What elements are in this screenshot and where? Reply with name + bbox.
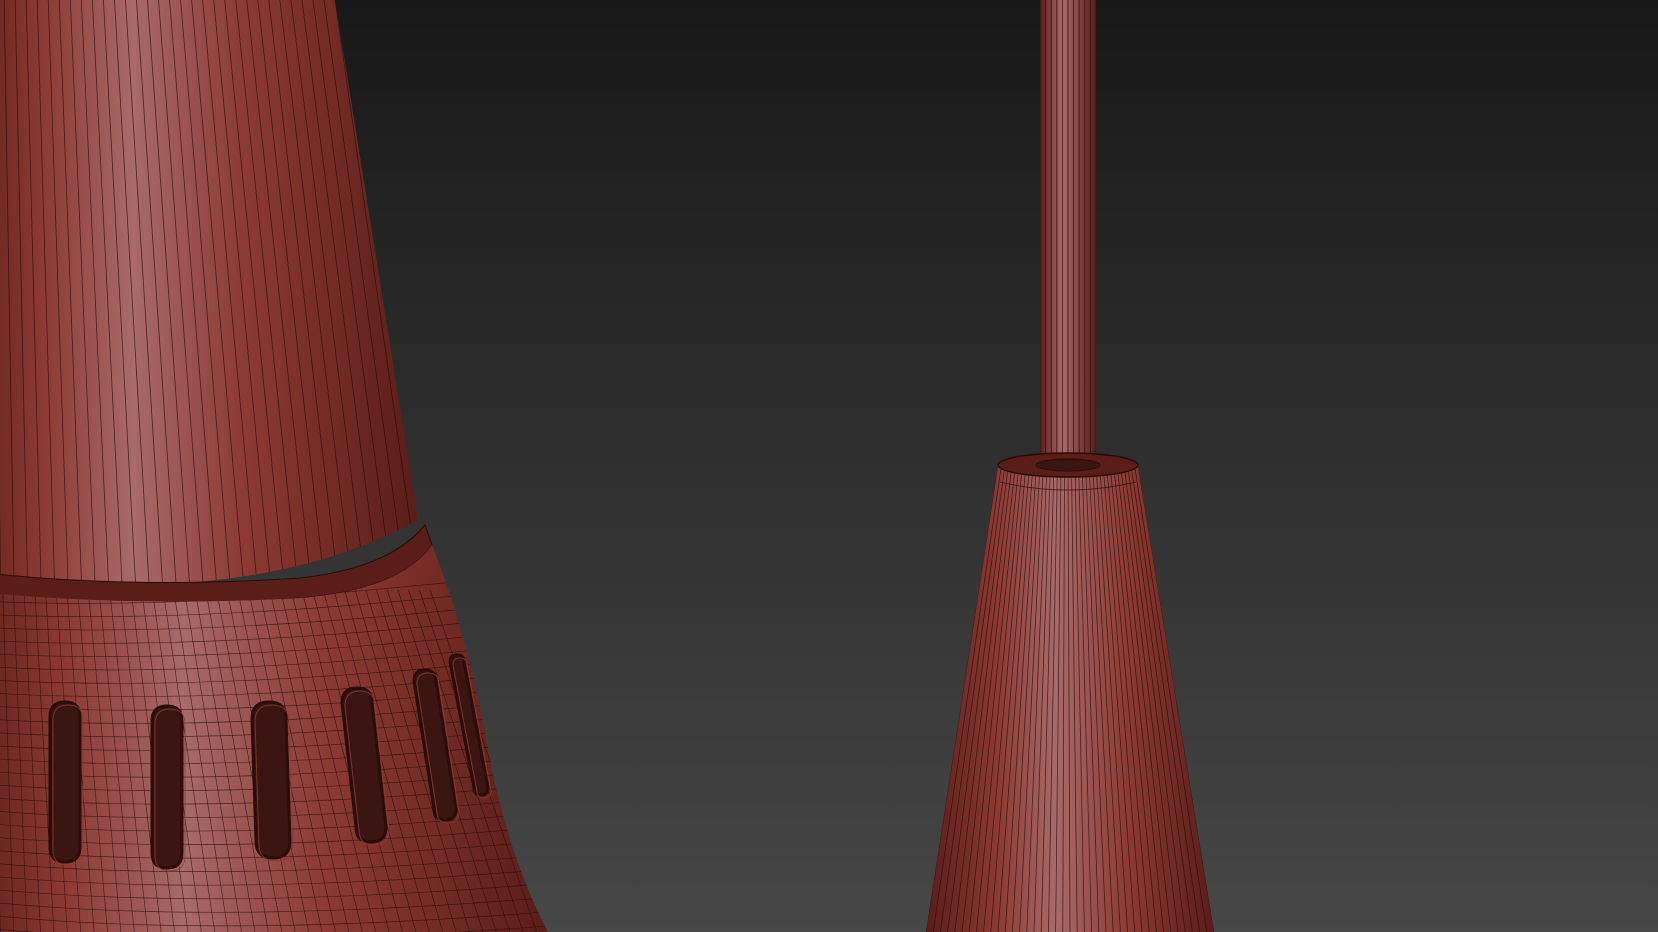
3d-viewport[interactable] [0, 0, 1658, 932]
viewport-canvas[interactable] [0, 0, 1658, 932]
vent-slot [250, 700, 294, 862]
rod-socket [1035, 458, 1101, 472]
vent-slot [150, 704, 186, 872]
vent-slot [48, 700, 84, 866]
